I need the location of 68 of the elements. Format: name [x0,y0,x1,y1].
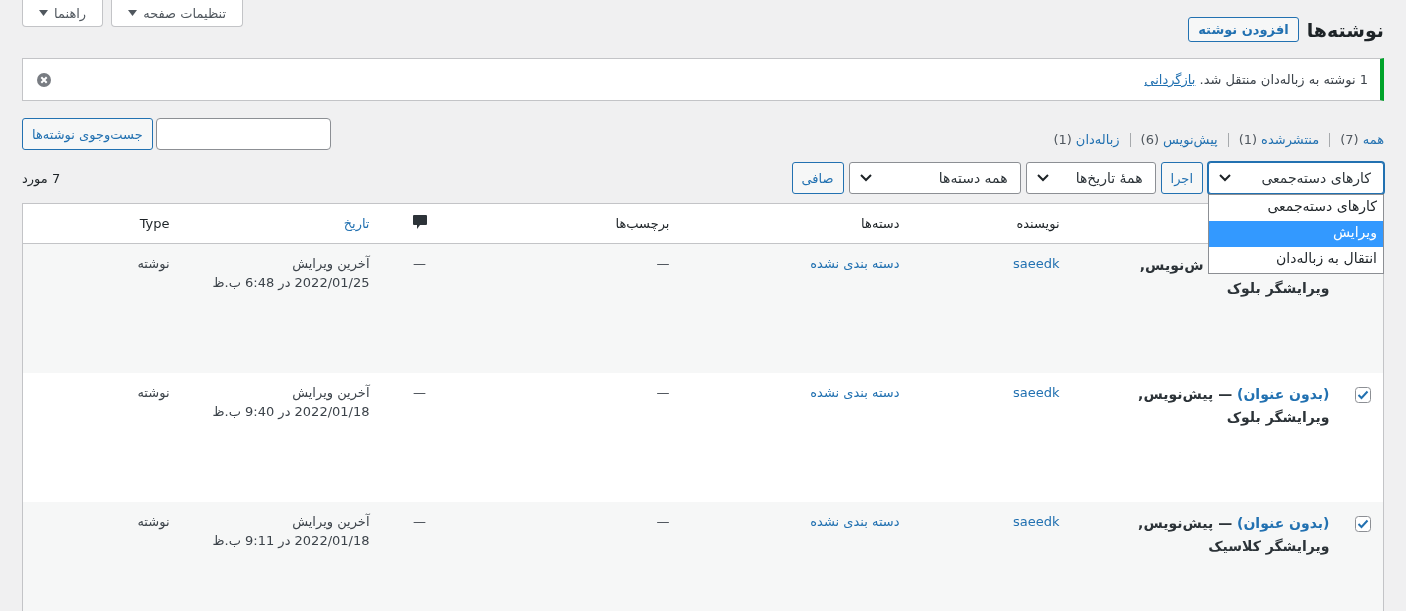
date-value: 2022/01/25 در 6:48 ب.ظ [211,274,370,292]
type-cell: نوشته [137,385,170,400]
type-cell: نوشته [137,256,170,271]
date-label: آخرین ویرایش [291,512,370,532]
screen-option-tab[interactable]: تنظیمات صفحه [111,0,244,27]
date-label: آخرین ویرایش [291,383,370,403]
post-title-line: ش‌نویس, [1139,254,1204,277]
author-link[interactable]: saeedk [1013,256,1060,271]
undo-link[interactable]: بازگردانی [1144,72,1196,87]
chevron-icon [859,174,872,182]
post-title-line: ویرایشگر کلاسیک [1208,535,1330,558]
caret-icon [39,10,48,16]
status-filter-link[interactable]: منتشرشده [1261,132,1320,147]
category-link[interactable]: دسته بندی نشده [810,514,900,529]
page-title: نوشته‌ها [1306,18,1384,41]
caret-icon [128,10,138,16]
date-value: 2022/01/18 در 9:11 ب.ظ [211,532,370,550]
filter-select[interactable]: همه دسته‌ها [848,162,1021,194]
search-button[interactable]: جست‌وجوی نوشته‌ها [22,118,153,150]
chevron-icon [1036,174,1049,182]
date-label: آخرین ویرایش [291,254,370,274]
column-header: دسته‌ها [861,216,900,231]
column-header: برچسب‌ها [615,216,670,231]
row-checkbox[interactable] [1355,516,1371,532]
close-icon[interactable] [36,71,52,88]
post-title-line: ویرایشگر بلوک [1226,277,1330,300]
search-field[interactable] [155,118,331,150]
comments-cell: — [413,385,426,400]
category-link[interactable]: دسته بندی نشده [810,385,900,400]
comments-cell: — [413,514,426,529]
status-count: (1) [1053,132,1072,147]
column-header-link[interactable]: تاریخ [343,216,370,231]
author-link[interactable]: saeedk [1013,514,1060,529]
filter-button[interactable]: صافی [791,162,844,194]
post-title-link[interactable]: (بدون عنوان) [1237,386,1330,402]
status-filter-link[interactable]: زباله‌دان [1075,132,1120,147]
category-link[interactable]: دسته بندی نشده [810,256,900,271]
post-title-line: (بدون عنوان) — پیش‌نویس, [1138,383,1330,406]
filter-select[interactable]: همهٔ تاریخ‌ها [1025,162,1156,194]
author-link[interactable]: saeedk [1013,385,1060,400]
status-filter-link[interactable]: پیش‌نویس [1163,132,1218,147]
status-filter-link[interactable]: همه [1362,132,1384,147]
status-count: (1) [1238,132,1258,147]
dropdown-option[interactable]: انتقال به زباله‌دان [1209,247,1383,273]
post-title-line: ویرایشگر بلوک [1226,406,1330,429]
tags-cell: — [656,385,670,400]
add-post-button[interactable]: افزودن نوشته [1188,17,1299,42]
comment-icon [411,213,428,231]
apply-button[interactable]: اجرا [1160,162,1203,194]
comments-cell: — [413,256,426,271]
post-title-line: (بدون عنوان) — پیش‌نویس, [1138,512,1330,535]
type-cell: نوشته [137,514,170,529]
post-title-link[interactable]: (بدون عنوان) [1237,515,1330,531]
status-count: (6) [1140,132,1160,147]
dropdown-option[interactable]: ویرایش [1209,221,1383,247]
column-header: نویسنده [1016,216,1060,231]
item-count: 7 مورد [22,170,61,186]
status-count: (7) [1340,132,1359,147]
tags-cell: — [656,514,670,529]
bulk-actions-select[interactable]: کارهای دسته‌جمعی [1208,162,1384,194]
notice-message: 1 نوشته به زباله‌دان منتقل شد. بازگردانی [1144,72,1368,87]
chevron-icon [1219,174,1231,182]
tags-cell: — [656,256,670,271]
row-checkbox[interactable] [1355,387,1371,403]
column-header: Type [139,216,170,231]
date-value: 2022/01/18 در 9:40 ب.ظ [211,403,370,421]
screen-option-tab[interactable]: راهنما [22,0,104,27]
dropdown-option[interactable]: کارهای دسته‌جمعی [1209,195,1383,221]
